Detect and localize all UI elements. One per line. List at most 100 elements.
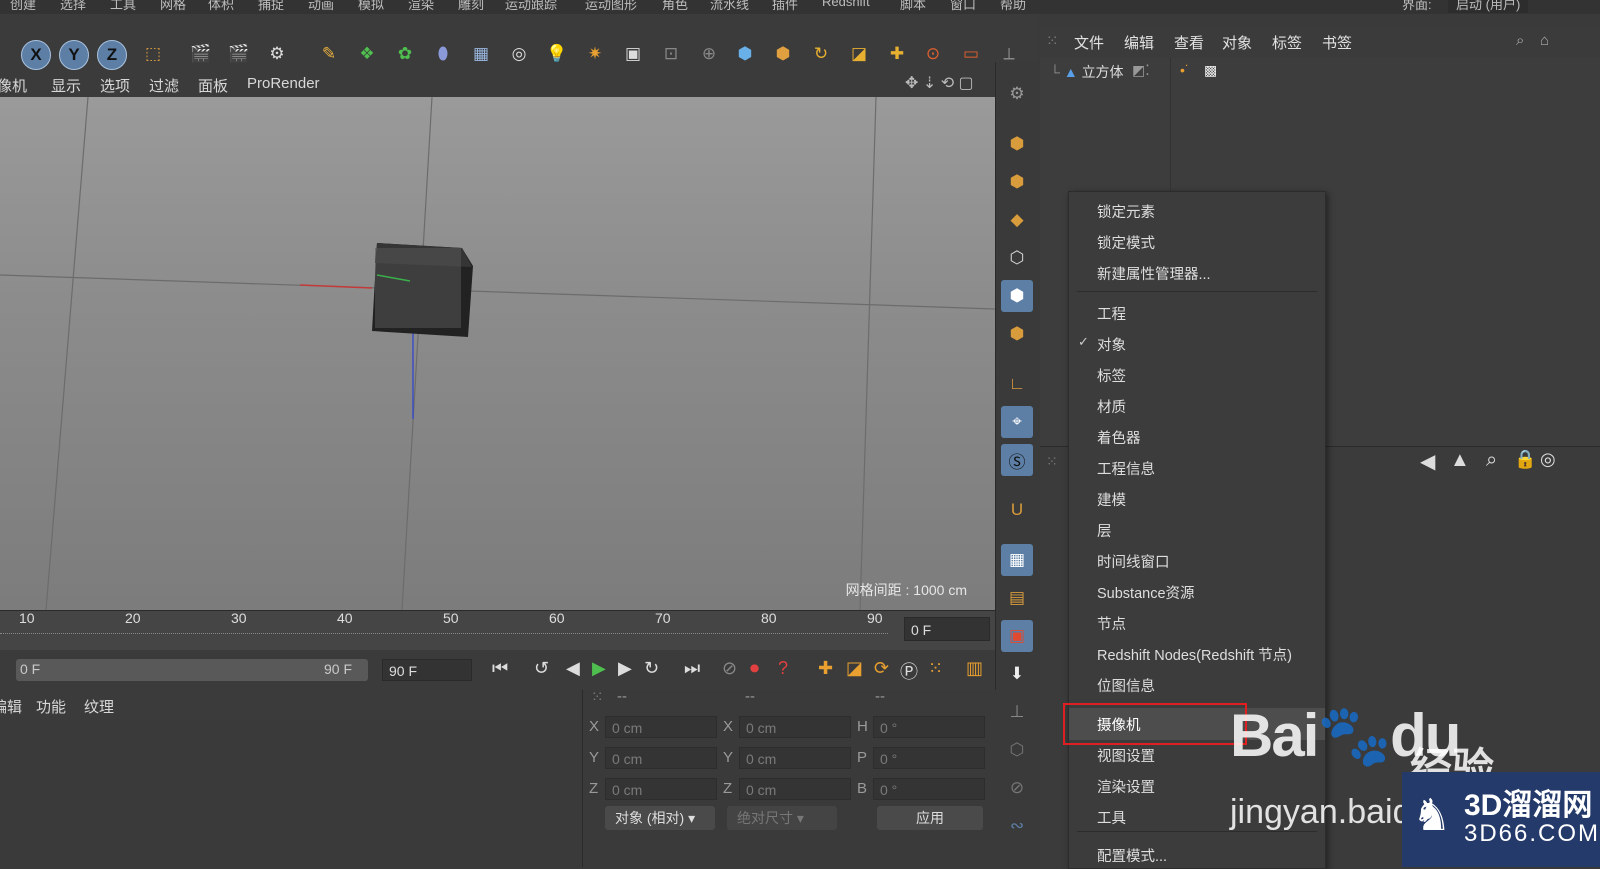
rotate-icon[interactable]: ↻	[805, 38, 837, 70]
key-rotation-icon[interactable]: ⟳	[874, 658, 889, 679]
menu-item-nodes[interactable]: 节点	[1097, 613, 1126, 634]
om-menu-tags[interactable]: 标签	[1272, 32, 1302, 53]
rotation-p-field[interactable]: 0 °	[873, 747, 985, 769]
menu-item-timeline-window[interactable]: 时间线窗口	[1097, 551, 1170, 572]
viewport-menu-cameras[interactable]: 摄像机	[0, 75, 27, 96]
make-editable-icon[interactable]: ⬢	[1001, 128, 1033, 160]
axis-y-lock-button[interactable]: Y	[59, 40, 89, 70]
previous-frame-icon[interactable]: ◀	[566, 658, 580, 679]
menu-plugins[interactable]: 插件	[772, 0, 798, 13]
go-to-end-icon[interactable]: ⏭	[684, 658, 700, 679]
menu-redshift[interactable]: Redshift	[822, 0, 870, 9]
viewport-menu-display[interactable]: 显示	[51, 75, 81, 96]
menu-item-substance-assets[interactable]: Substance资源	[1097, 582, 1195, 603]
edges-mode-icon[interactable]: ⬢	[1001, 280, 1033, 312]
menu-item-lock-element[interactable]: 锁定元素	[1097, 201, 1155, 222]
menu-item-project-info[interactable]: 工程信息	[1097, 458, 1155, 479]
layout-select[interactable]: 启动 (用户)	[1448, 0, 1529, 13]
snap-icon[interactable]: ⊕	[693, 38, 725, 70]
home-icon[interactable]: ⌂	[1540, 32, 1549, 49]
snapping-icon[interactable]: U	[1001, 494, 1033, 526]
tab-edit[interactable]: 编辑	[0, 696, 22, 717]
range-slider[interactable]: 0 F 90 F	[16, 659, 368, 681]
menu-snap[interactable]: 捕捉	[258, 0, 284, 13]
points-mode-icon[interactable]: ⬡	[1001, 242, 1033, 274]
om-menu-file[interactable]: 文件	[1074, 32, 1104, 53]
target-icon[interactable]: ◎	[1540, 449, 1556, 470]
menu-character[interactable]: 角色	[662, 0, 688, 13]
menu-item-modeling[interactable]: 建模	[1097, 489, 1126, 510]
cube-object-icon[interactable]: ❖	[351, 38, 383, 70]
tab-function[interactable]: 功能	[36, 696, 66, 717]
download-icon[interactable]: ⬇	[1001, 658, 1033, 690]
texture-mode-icon[interactable]: ⬢	[1001, 166, 1033, 198]
scale-icon[interactable]: ◪	[843, 38, 875, 70]
menu-item-material[interactable]: 材质	[1097, 396, 1126, 417]
viewport-menu-filter[interactable]: 过滤	[149, 75, 179, 96]
om-menu-bookmarks[interactable]: 书签	[1322, 32, 1352, 53]
menu-animate[interactable]: 动画	[308, 0, 334, 13]
tweak-mode-icon[interactable]: ⌖	[1001, 406, 1033, 438]
keyframe-help-icon[interactable]: ?	[778, 658, 788, 679]
rectangle-selection-icon[interactable]: ▭	[955, 38, 987, 70]
menu-volume[interactable]: 体积	[208, 0, 234, 13]
camera-icon[interactable]: ◎	[503, 38, 535, 70]
menu-pipeline[interactable]: 流水线	[710, 0, 749, 13]
material-tag-icon[interactable]: ▩	[1204, 62, 1217, 79]
apply-button[interactable]: 应用	[877, 806, 983, 830]
axis-icon[interactable]: ⊥	[1001, 696, 1033, 728]
phong-tag-icon[interactable]: •˙	[1180, 62, 1190, 78]
render-view-icon[interactable]: 🎬	[185, 38, 217, 70]
enable-axis-icon[interactable]: ⚙	[1001, 78, 1033, 110]
size-mode-select[interactable]: 绝对尺寸 ▾	[727, 806, 837, 830]
menu-tools[interactable]: 工具	[110, 0, 136, 13]
timeline-window-icon[interactable]: ▥	[966, 658, 983, 679]
key-position-icon[interactable]: ✚	[818, 658, 833, 679]
object-mode-icon[interactable]: ⬢	[767, 38, 799, 70]
menu-mesh[interactable]: 网格	[160, 0, 186, 13]
menu-item-object[interactable]: 对象	[1097, 334, 1126, 355]
key-pla-icon[interactable]: ⁙	[928, 658, 943, 679]
workplane-lock-icon[interactable]: ▦	[1001, 544, 1033, 576]
grid-icon[interactable]: ⬡	[1001, 734, 1033, 766]
menu-render[interactable]: 渲染	[408, 0, 434, 13]
tab-texture[interactable]: 纹理	[84, 696, 114, 717]
viewport-menu-panel[interactable]: 面板	[198, 75, 228, 96]
live-selection-icon[interactable]: ⊙	[917, 38, 949, 70]
polygons-mode-icon[interactable]: ⬢	[1001, 318, 1033, 350]
size-y-field[interactable]: 0 cm	[739, 747, 851, 769]
end-frame-field[interactable]: 90 F	[382, 659, 472, 681]
cube-object[interactable]	[372, 243, 473, 337]
menu-select[interactable]: 选择	[60, 0, 86, 13]
size-z-field[interactable]: 0 cm	[739, 778, 851, 800]
key-parameter-icon[interactable]: Ⓟ	[900, 658, 918, 684]
render-settings-icon[interactable]: ⚙	[261, 38, 293, 70]
python-icon[interactable]: ∾	[1001, 810, 1033, 842]
planar-workplane-icon[interactable]: ▤	[1001, 582, 1033, 614]
menu-item-project[interactable]: 工程	[1097, 303, 1126, 324]
menu-item-tool[interactable]: 工具	[1097, 807, 1126, 828]
workplane-icon[interactable]: ◆	[1001, 204, 1033, 236]
timeline-ruler[interactable]: 10 20 30 40 50 60 70 80 90 0 F	[0, 610, 995, 651]
rotation-h-field[interactable]: 0 °	[873, 716, 985, 738]
viewport-solo-icon[interactable]: ▣	[1001, 620, 1033, 652]
size-x-field[interactable]: 0 cm	[739, 716, 851, 738]
position-y-field[interactable]: 0 cm	[605, 747, 717, 769]
psr-icon[interactable]: ⊡	[655, 38, 687, 70]
axis-x-lock-button[interactable]: X	[21, 40, 51, 70]
solo-icon[interactable]: Ⓢ	[1001, 444, 1033, 476]
previous-key-icon[interactable]: ↺	[534, 658, 549, 679]
visibility-toggle-icon[interactable]: ◩⁚	[1132, 62, 1150, 79]
om-menu-objects[interactable]: 对象	[1222, 32, 1252, 53]
coordinate-mode-select[interactable]: 对象 (相对) ▾	[605, 806, 715, 830]
key-scale-icon[interactable]: ◪	[846, 658, 863, 679]
search-icon[interactable]: ⌕	[1516, 32, 1524, 49]
menu-item-new-attribute-manager[interactable]: 新建属性管理器...	[1097, 263, 1211, 284]
3d-viewport[interactable]: 网格间距 : 1000 cm	[0, 97, 995, 610]
floor-icon[interactable]: ▦	[465, 38, 497, 70]
menu-help[interactable]: 帮助	[1000, 0, 1026, 13]
object-row-cube[interactable]: └ ▲ 立方体	[1050, 60, 1124, 84]
menu-simulate[interactable]: 模拟	[358, 0, 384, 13]
viewport-menu-prorender[interactable]: ProRender	[247, 75, 320, 92]
next-key-icon[interactable]: ↻	[644, 658, 659, 679]
